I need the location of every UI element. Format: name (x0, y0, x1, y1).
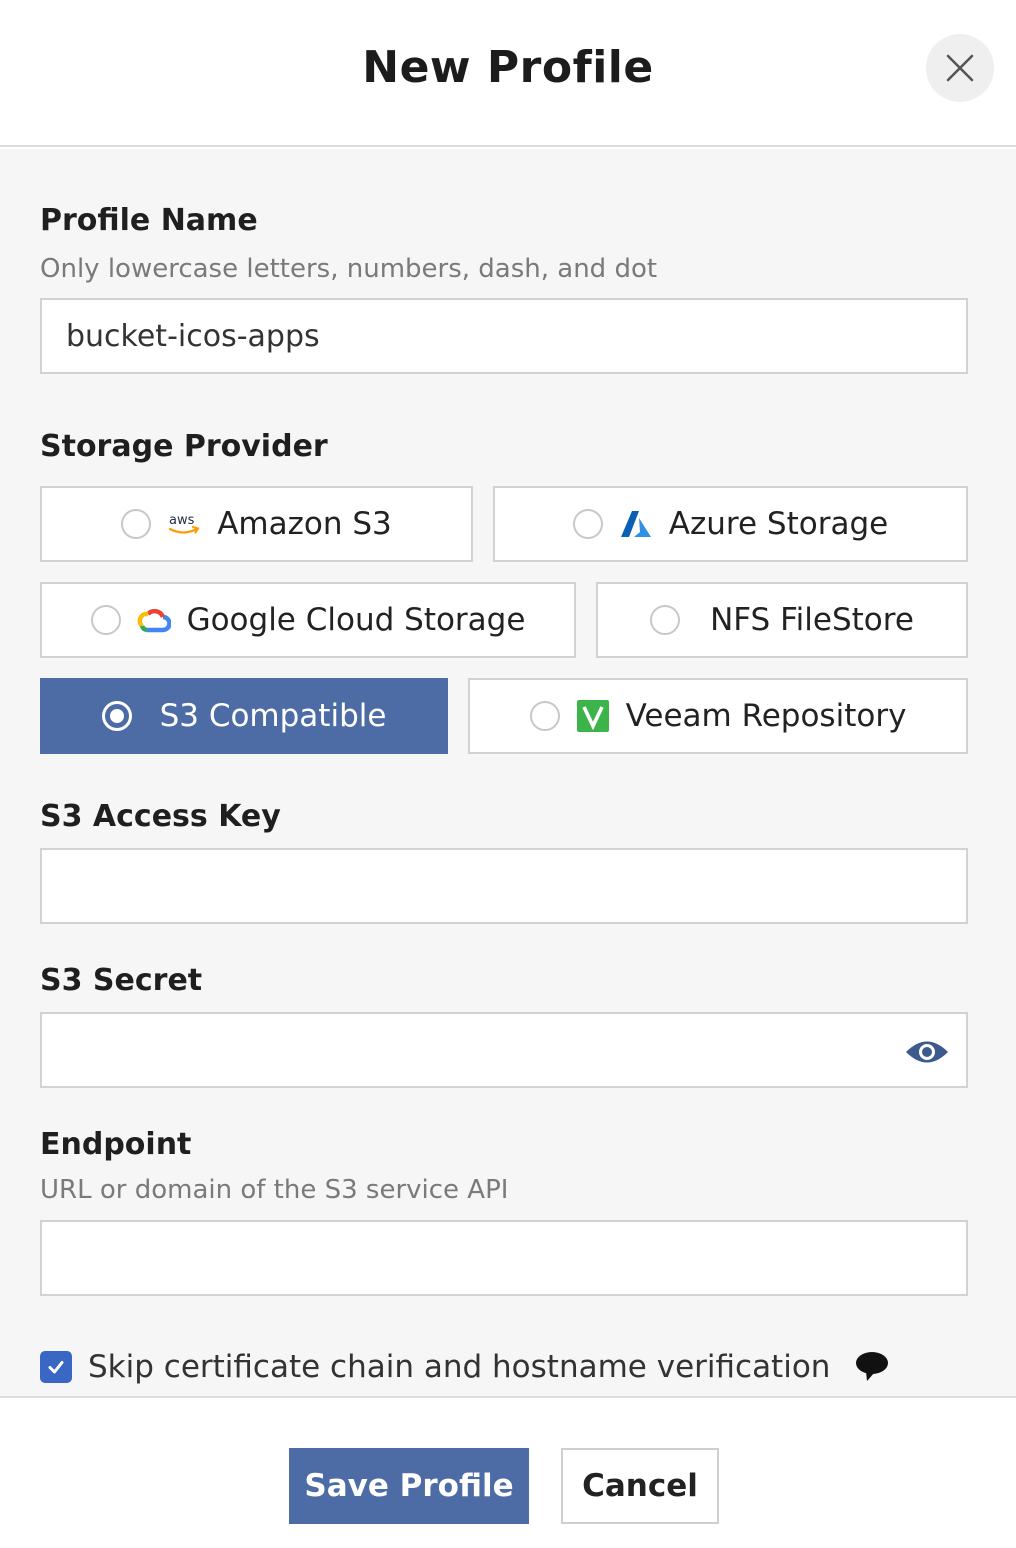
veeam-logo-icon (576, 699, 610, 733)
s3-access-key-label: S3 Access Key (40, 799, 281, 834)
cancel-button[interactable]: Cancel (561, 1448, 719, 1524)
skip-verification-checkbox[interactable] (40, 1351, 72, 1383)
azure-logo-icon (619, 507, 653, 541)
save-profile-button[interactable]: Save Profile (289, 1448, 529, 1524)
s3-secret-label: S3 Secret (40, 963, 203, 998)
endpoint-label: Endpoint (40, 1127, 192, 1162)
close-icon (946, 54, 974, 82)
dialog-title: New Profile (362, 42, 654, 93)
storage-provider-label: Storage Provider (40, 429, 328, 464)
endpoint-input[interactable] (40, 1220, 968, 1296)
provider-option-label: Veeam Repository (625, 698, 907, 734)
radio-button[interactable] (121, 509, 152, 539)
skip-verification-label: Skip certificate chain and hostname veri… (88, 1349, 831, 1385)
radio-button[interactable] (90, 605, 121, 635)
dialog-body: Profile Name Only lowercase letters, num… (0, 149, 1016, 1396)
comment-bubble-icon[interactable] (854, 1350, 890, 1384)
provider-option-nfs-filestore[interactable]: NFS FileStore (596, 582, 968, 658)
provider-option-label: Google Cloud Storage (186, 602, 526, 638)
endpoint-help: URL or domain of the S3 service API (40, 1175, 509, 1205)
profile-name-label: Profile Name (40, 203, 258, 238)
provider-option-label: NFS FileStore (710, 602, 914, 638)
profile-name-input[interactable] (40, 298, 968, 374)
radio-button[interactable] (650, 605, 681, 635)
dialog-header: New Profile (0, 0, 1016, 147)
provider-option-azure-storage[interactable]: Azure Storage (493, 486, 968, 562)
provider-option-s3-compatible[interactable]: S3 Compatible (40, 678, 448, 754)
provider-option-label: Amazon S3 (217, 506, 392, 542)
profile-name-help: Only lowercase letters, numbers, dash, a… (40, 254, 658, 284)
provider-option-veeam-repository[interactable]: Veeam Repository (468, 678, 968, 754)
skip-verification-row: Skip certificate chain and hostname veri… (40, 1349, 890, 1385)
radio-button[interactable] (529, 701, 560, 731)
checkmark-icon (48, 1361, 64, 1374)
close-button[interactable] (926, 34, 994, 102)
provider-option-amazon-s3[interactable]: aws Amazon S3 (40, 486, 473, 562)
show-password-eye-icon[interactable] (904, 1037, 950, 1067)
svg-text:aws: aws (169, 513, 195, 528)
radio-button-selected[interactable] (101, 701, 132, 731)
aws-logo-icon: aws (167, 507, 201, 541)
provider-option-label: S3 Compatible (159, 698, 387, 734)
dialog-footer: Save Profile Cancel (0, 1396, 1016, 1548)
google-cloud-logo-icon (137, 603, 171, 637)
provider-option-label: Azure Storage (668, 506, 889, 542)
radio-button[interactable] (572, 509, 603, 539)
s3-access-key-input[interactable] (40, 848, 968, 924)
provider-option-google-cloud-storage[interactable]: Google Cloud Storage (40, 582, 576, 658)
s3-secret-input[interactable] (40, 1012, 968, 1088)
